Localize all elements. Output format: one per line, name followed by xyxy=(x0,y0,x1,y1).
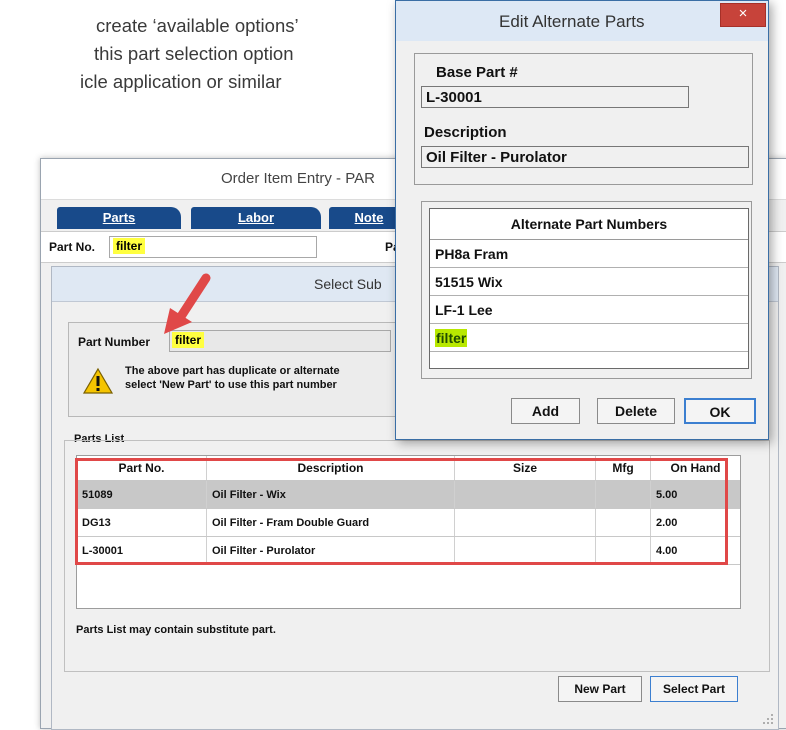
intro-line-1: create ‘available options’ xyxy=(96,15,299,36)
cell-part: L-30001 xyxy=(77,536,207,565)
order-window-title: Order Item Entry - PAR xyxy=(221,170,375,187)
cell-mfg xyxy=(595,536,651,565)
alternate-parts-list: Alternate Part Numbers PH8a Fram 51515 W… xyxy=(429,208,749,369)
table-row[interactable]: DG13 Oil Filter - Fram Double Guard 2.00 xyxy=(77,508,740,537)
tab-parts[interactable]: Parts xyxy=(57,207,181,229)
table-row[interactable]: L-30001 Oil Filter - Purolator 4.00 xyxy=(77,536,740,565)
description-field: Oil Filter - Purolator xyxy=(421,146,749,168)
add-button[interactable]: Add xyxy=(511,398,580,424)
edit-dialog-titlebar: Edit Alternate Parts × xyxy=(396,1,768,41)
part-no-label: Part No. xyxy=(49,240,96,254)
intro-line-2: this part selection option xyxy=(94,43,294,64)
part-no-input[interactable]: filter xyxy=(109,236,317,258)
cell-mfg xyxy=(595,508,651,537)
list-item[interactable]: PH8a Fram xyxy=(430,240,748,268)
cell-part: 51089 xyxy=(77,480,207,509)
warning-icon xyxy=(83,367,113,394)
intro-line-3: icle application or similar xyxy=(80,71,282,92)
part-number-label: Part Number xyxy=(78,335,151,349)
select-part-button[interactable]: Select Part xyxy=(650,676,738,702)
cell-on-hand: 2.00 xyxy=(650,508,740,537)
close-button[interactable]: × xyxy=(720,3,766,27)
new-part-button[interactable]: New Part xyxy=(558,676,642,702)
list-item[interactable]: LF-1 Lee xyxy=(430,296,748,324)
cell-size xyxy=(454,536,596,565)
col-on-hand[interactable]: On Hand xyxy=(650,456,740,481)
col-size[interactable]: Size xyxy=(454,456,596,481)
part-number-group: Part Number filter The above part has du… xyxy=(68,322,416,417)
cell-on-hand: 5.00 xyxy=(650,480,740,509)
cell-size xyxy=(454,480,596,509)
base-part-label: Base Part # xyxy=(436,64,518,81)
ok-button[interactable]: OK xyxy=(684,398,756,424)
col-part-no[interactable]: Part No. xyxy=(77,456,207,481)
description-label: Description xyxy=(424,124,507,141)
select-dialog-title: Select Sub xyxy=(314,276,382,292)
list-item[interactable]: 51515 Wix xyxy=(430,268,748,296)
col-description[interactable]: Description xyxy=(206,456,455,481)
parts-table: Part No. Description Size Mfg On Hand 51… xyxy=(76,455,741,609)
parts-list-note: Parts List may contain substitute part. xyxy=(76,624,276,636)
edit-dialog-title: Edit Alternate Parts xyxy=(499,12,645,31)
cell-mfg xyxy=(595,480,651,509)
cell-desc: Oil Filter - Fram Double Guard xyxy=(206,508,455,537)
warning-text-line-2: select 'New Part' to use this part numbe… xyxy=(125,379,337,391)
tab-labor[interactable]: Labor xyxy=(191,207,321,229)
cell-desc: Oil Filter - Purolator xyxy=(206,536,455,565)
col-mfg[interactable]: Mfg xyxy=(595,456,651,481)
cell-on-hand: 4.00 xyxy=(650,536,740,565)
cell-part: DG13 xyxy=(77,508,207,537)
annotation-arrow-icon xyxy=(164,273,211,334)
base-part-field: L-30001 xyxy=(421,86,689,108)
cell-size xyxy=(454,508,596,537)
resize-grip-icon[interactable] xyxy=(762,713,774,725)
alternate-parts-header: Alternate Part Numbers xyxy=(430,209,748,240)
delete-button[interactable]: Delete xyxy=(597,398,675,424)
list-item-new[interactable]: filter xyxy=(430,324,748,352)
edit-alternate-parts-dialog: Edit Alternate Parts × Base Part # L-300… xyxy=(395,0,769,440)
new-alternate-value[interactable]: filter xyxy=(435,329,468,347)
warning-text-line-1: The above part has duplicate or alternat… xyxy=(125,365,340,377)
table-row[interactable]: 51089 Oil Filter - Wix 5.00 xyxy=(77,480,740,509)
cell-desc: Oil Filter - Wix xyxy=(206,480,455,509)
part-no-value: filter xyxy=(113,238,146,254)
